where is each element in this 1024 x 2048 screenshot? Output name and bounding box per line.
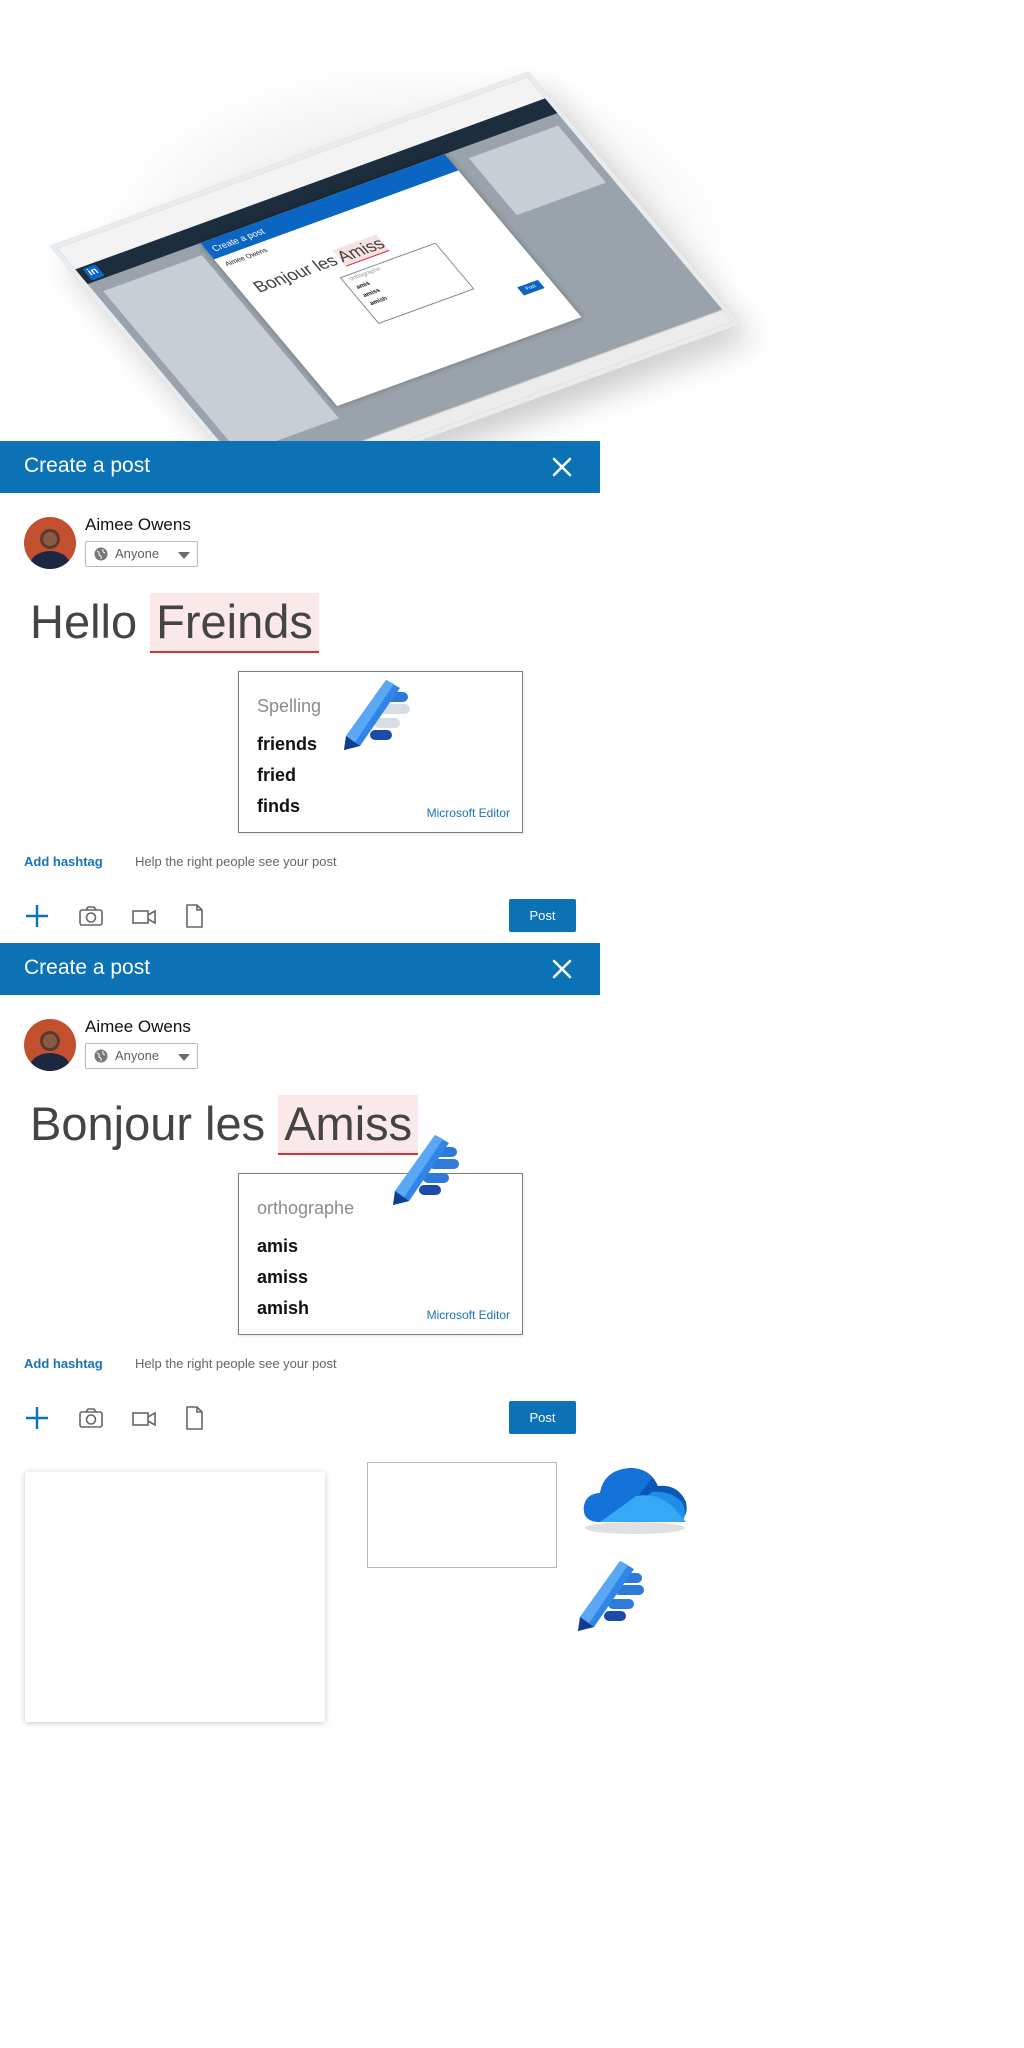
create-post-dialog-english: Create a post Aimee Owens Anyone Hello F… — [0, 441, 600, 941]
microsoft-editor-pen-icon — [578, 1561, 644, 1631]
video-icon[interactable] — [131, 1405, 157, 1431]
suggestion-item[interactable]: fried — [257, 765, 296, 786]
post-text-before: Hello — [30, 595, 151, 648]
add-hashtag-link[interactable]: Add hashtag — [24, 1356, 103, 1371]
mockup-post-button: Post — [517, 279, 545, 296]
suggestion-item[interactable]: finds — [257, 796, 300, 817]
globe-icon — [94, 547, 108, 561]
microsoft-editor-pen-icon — [393, 1135, 459, 1205]
close-icon[interactable] — [548, 453, 576, 481]
post-button[interactable]: Post — [509, 899, 576, 932]
dialog-header: Create a post — [0, 441, 600, 493]
popup-heading: Spelling — [257, 696, 322, 716]
linkedin-logo-icon: in — [82, 264, 105, 281]
microsoft-editor-link[interactable]: Microsoft Editor — [427, 1308, 510, 1322]
blank-box — [367, 1462, 557, 1568]
popup-heading: orthographe — [257, 1198, 355, 1218]
post-text-before: Bonjour les — [30, 1097, 279, 1150]
suggestion-item[interactable]: amis — [257, 1236, 298, 1257]
close-icon[interactable] — [548, 955, 576, 983]
globe-icon — [94, 1049, 108, 1063]
suggestion-item[interactable]: amish — [257, 1298, 309, 1319]
avatar — [24, 517, 76, 569]
post-button[interactable]: Post — [509, 1401, 576, 1434]
post-text[interactable]: Hello Freinds — [30, 593, 319, 653]
hashtag-help-text: Help the right people see your post — [135, 1356, 337, 1371]
caret-down-icon — [178, 1054, 190, 1061]
microsoft-editor-pen-icon — [344, 680, 410, 750]
mockup-side-card — [468, 125, 606, 216]
dialog-title: Create a post — [24, 956, 151, 979]
audience-selector[interactable]: Anyone — [85, 541, 198, 567]
misspelled-word[interactable]: Freinds — [150, 593, 319, 653]
mockup-text-before: Bonjour les — [249, 250, 346, 297]
dialog-header: Create a post — [0, 943, 600, 995]
microsoft-editor-link[interactable]: Microsoft Editor — [427, 806, 510, 820]
audience-selector[interactable]: Anyone — [85, 1043, 198, 1069]
audience-label: Anyone — [115, 1048, 160, 1063]
camera-icon[interactable] — [78, 1405, 104, 1431]
camera-icon[interactable] — [78, 903, 104, 929]
plus-icon[interactable] — [24, 1405, 50, 1431]
add-hashtag-link[interactable]: Add hashtag — [24, 854, 103, 869]
video-icon[interactable] — [131, 903, 157, 929]
audience-label: Anyone — [115, 546, 160, 561]
document-icon[interactable] — [181, 1405, 207, 1431]
user-name: Aimee Owens — [85, 515, 191, 534]
blank-card — [25, 1472, 325, 1722]
avatar — [24, 1019, 76, 1071]
onedrive-cloud-icon — [583, 1468, 687, 1534]
plus-icon[interactable] — [24, 903, 50, 929]
create-post-dialog-french: Create a post Aimee Owens Anyone Bonjour… — [0, 943, 600, 1443]
spelling-suggestions-popup: orthographe amis amiss amish Microsoft E… — [238, 1173, 523, 1335]
suggestion-item[interactable]: friends — [257, 734, 317, 755]
user-name: Aimee Owens — [85, 1017, 191, 1036]
hashtag-help-text: Help the right people see your post — [135, 854, 337, 869]
document-icon[interactable] — [181, 903, 207, 929]
suggestion-item[interactable]: amiss — [257, 1267, 308, 1288]
dialog-title: Create a post — [24, 454, 151, 477]
caret-down-icon — [178, 552, 190, 559]
post-text[interactable]: Bonjour les Amiss — [30, 1095, 419, 1155]
